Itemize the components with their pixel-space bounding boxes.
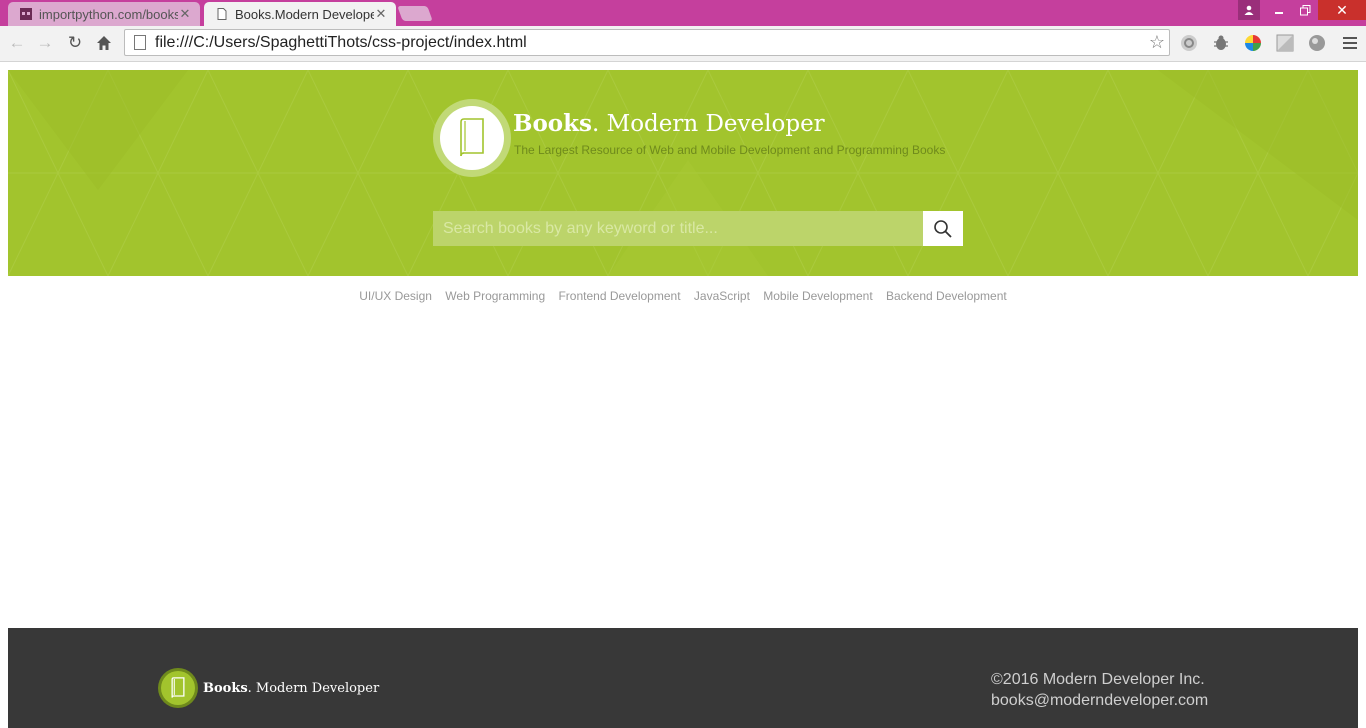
- back-icon[interactable]: ←: [6, 32, 28, 54]
- tab-title: Books.Modern Developer: [235, 6, 374, 22]
- logo: [433, 99, 511, 177]
- nav-item-backend-development[interactable]: Backend Development: [886, 289, 1007, 303]
- footer-brand-bold: Books: [203, 681, 248, 696]
- menu-hamburger-icon[interactable]: [1339, 32, 1361, 54]
- footer-brand-rest: . Modern Developer: [247, 681, 380, 696]
- tab-importpython[interactable]: importpython.com/books ✕: [8, 2, 200, 26]
- home-icon[interactable]: [93, 32, 115, 54]
- search-input[interactable]: Search books by any keyword or title...: [433, 211, 923, 246]
- browser-toolbar: ← → ↻ file:///C:/Users/SpaghettiThots/cs…: [0, 26, 1366, 62]
- minimize-icon[interactable]: [1266, 0, 1292, 20]
- close-window-icon[interactable]: ✕: [1318, 0, 1366, 20]
- site-title: Books. Modern Developer: [513, 110, 825, 137]
- page-favicon-icon: [216, 8, 228, 20]
- footer-contact: ©2016 Modern Developer Inc. books@modern…: [991, 669, 1208, 711]
- footer-brand: Books. Modern Developer: [203, 681, 379, 696]
- browser-titlebar: importpython.com/books ✕ Books.Modern De…: [0, 0, 1366, 26]
- tab-title: importpython.com/books: [39, 6, 178, 22]
- footer: Books. Modern Developer ©2016 Modern Dev…: [8, 628, 1358, 728]
- user-profile-icon[interactable]: [1238, 0, 1260, 20]
- footer-book-icon: [171, 677, 185, 698]
- bookmark-star-icon[interactable]: ☆: [1145, 32, 1169, 53]
- new-tab-button[interactable]: [397, 6, 433, 21]
- site-title-rest: . Modern Developer: [592, 111, 825, 137]
- nav-item-web-programming[interactable]: Web Programming: [445, 289, 545, 303]
- nav-item-mobile-development[interactable]: Mobile Development: [763, 289, 872, 303]
- tab-books-modern-developer[interactable]: Books.Modern Developer ✕: [204, 2, 396, 26]
- extension-image-icon[interactable]: [1274, 32, 1296, 54]
- restore-icon[interactable]: [1292, 0, 1318, 20]
- hero-header: Books. Modern Developer The Largest Reso…: [8, 70, 1358, 276]
- extension-color-wheel-icon[interactable]: [1242, 32, 1264, 54]
- forward-icon[interactable]: →: [34, 32, 56, 54]
- extension-bug-icon[interactable]: [1210, 32, 1232, 54]
- footer-logo: [158, 668, 198, 708]
- book-icon: [460, 118, 484, 157]
- nav-item-ui-ux-design[interactable]: UI/UX Design: [359, 289, 432, 303]
- extension-cloud-icon[interactable]: [1306, 32, 1328, 54]
- address-url: file:///C:/Users/SpaghettiThots/css-proj…: [155, 33, 527, 51]
- search-icon: [934, 219, 952, 238]
- footer-email[interactable]: books@moderndeveloper.com: [991, 690, 1208, 711]
- search-placeholder: Search books by any keyword or title...: [443, 219, 718, 237]
- site-favicon-icon: [20, 8, 32, 20]
- search-button[interactable]: [923, 211, 963, 246]
- footer-copyright: ©2016 Modern Developer Inc.: [991, 671, 1205, 688]
- reload-icon[interactable]: ↻: [64, 32, 86, 54]
- site-tagline: The Largest Resource of Web and Mobile D…: [514, 143, 946, 157]
- tab-close-icon[interactable]: ✕: [178, 6, 192, 22]
- extension-circle-icon[interactable]: [1178, 32, 1200, 54]
- tab-close-icon[interactable]: ✕: [374, 6, 388, 22]
- site-title-bold: Books: [513, 110, 593, 137]
- category-nav: UI/UX Design Web Programming Frontend De…: [0, 289, 1366, 303]
- page-icon: [134, 35, 146, 50]
- nav-item-frontend-development[interactable]: Frontend Development: [558, 289, 680, 303]
- nav-item-javascript[interactable]: JavaScript: [694, 289, 750, 303]
- address-bar[interactable]: file:///C:/Users/SpaghettiThots/css-proj…: [124, 29, 1170, 56]
